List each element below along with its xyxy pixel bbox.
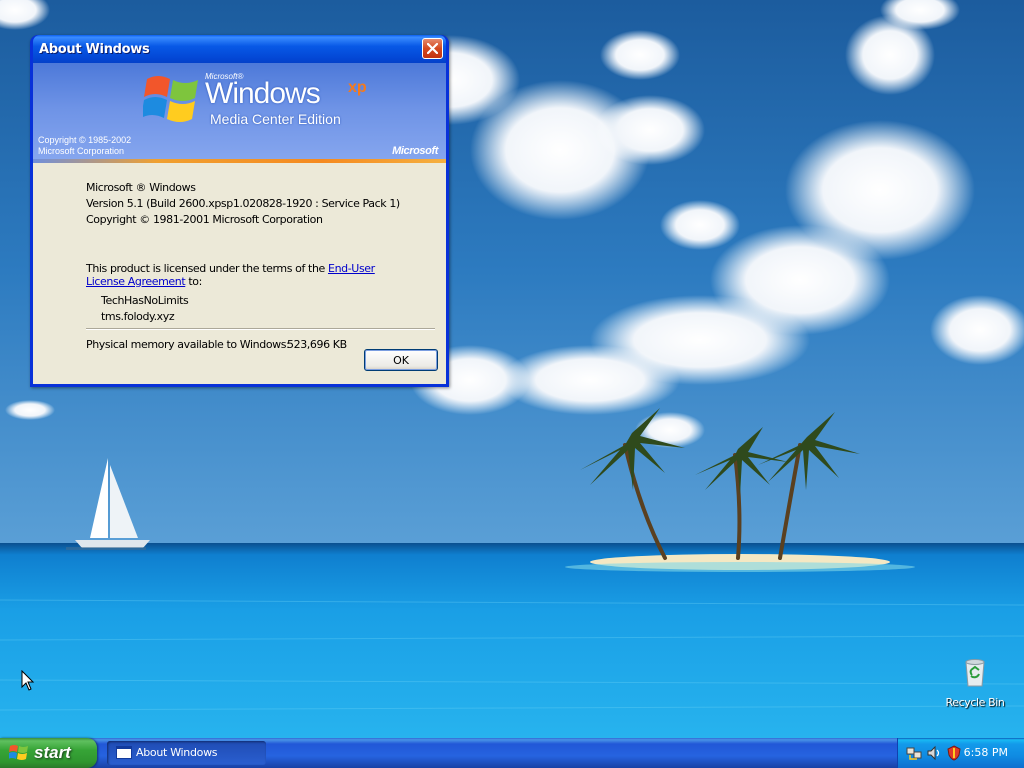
dialog-title: About Windows xyxy=(39,42,150,57)
eula-link-continued[interactable]: License Agreement xyxy=(86,275,186,288)
clock[interactable]: 6:58 PM xyxy=(964,746,1008,759)
copyright-text: Copyright © 1981-2001 Microsoft Corporat… xyxy=(86,213,323,226)
tray-icons xyxy=(906,745,962,761)
windows-flag-logo xyxy=(143,76,198,122)
taskbar: start About Windows 6:58 PM xyxy=(0,738,1024,768)
windows-flag-icon xyxy=(9,745,28,760)
license-text-line2: License Agreement to: xyxy=(86,275,202,288)
recycle-bin-label: Recycle Bin xyxy=(945,696,1005,709)
eula-link[interactable]: End-User xyxy=(328,262,375,275)
memory-label: Physical memory available to Windows: xyxy=(86,338,290,351)
mouse-cursor-icon xyxy=(21,670,35,691)
edition-name: Media Center Edition xyxy=(210,111,341,127)
licensee-organization: tms.folody.xyz xyxy=(101,310,175,323)
microsoft-logo: Microsoft xyxy=(392,145,438,157)
close-icon xyxy=(427,43,438,54)
license-text-line1: This product is licensed under the terms… xyxy=(86,262,375,275)
xp-wordmark: xp xyxy=(348,79,367,96)
desktop[interactable]: About Windows Microsoft® Windows xp Medi… xyxy=(0,0,1024,738)
dialog-title-bar[interactable]: About Windows xyxy=(33,35,446,63)
network-icon[interactable] xyxy=(906,745,922,761)
start-button[interactable]: start xyxy=(0,738,97,768)
windows-wordmark: Windows xyxy=(205,77,321,110)
start-label: start xyxy=(34,743,71,762)
recycle-bin-icon xyxy=(965,659,985,687)
memory-value: 523,696 KB xyxy=(287,338,347,351)
banner-copyright-line2: Microsoft Corporation xyxy=(38,146,125,156)
about-windows-dialog: About Windows Microsoft® Windows xp Medi… xyxy=(30,35,449,387)
taskbar-button-label: About Windows xyxy=(136,746,218,759)
banner-copyright-line1: Copyright © 1985-2002 xyxy=(38,135,132,145)
close-button[interactable] xyxy=(422,38,443,59)
ok-button[interactable]: OK xyxy=(364,349,438,371)
licensee-name: TechHasNoLimits xyxy=(101,294,189,307)
product-name: Microsoft ® Windows xyxy=(86,181,196,194)
window-icon xyxy=(116,746,132,759)
dialog-divider xyxy=(86,328,435,330)
banner-accent-stripe xyxy=(33,159,446,163)
system-tray: 6:58 PM xyxy=(897,738,1024,768)
license-suffix: to: xyxy=(188,275,202,288)
security-icon[interactable] xyxy=(946,745,962,761)
license-prefix: This product is licensed under the terms… xyxy=(86,262,325,275)
windows-xp-banner: Microsoft® Windows xp Media Center Editi… xyxy=(33,63,446,163)
dialog-client-area: Microsoft® Windows xp Media Center Editi… xyxy=(33,63,446,384)
taskbar-button-about-windows[interactable]: About Windows xyxy=(107,741,266,765)
volume-icon[interactable] xyxy=(926,745,942,761)
version-text: Version 5.1 (Build 2600.xpsp1.020828-192… xyxy=(86,197,400,210)
recycle-bin-shortcut[interactable]: Recycle Bin xyxy=(940,656,1010,709)
